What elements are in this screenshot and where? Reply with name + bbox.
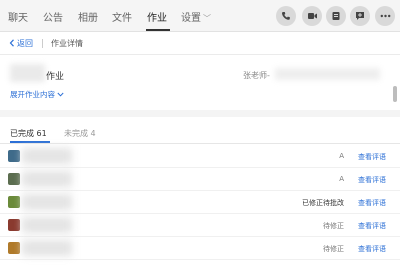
- tab-incomplete[interactable]: 未完成 4: [64, 128, 96, 139]
- subtab-divider: [0, 143, 400, 144]
- grade-status: A: [339, 152, 344, 160]
- video-icon: [307, 11, 318, 21]
- scrollbar[interactable]: [393, 86, 397, 102]
- avatar: [8, 219, 20, 231]
- grade-status: 已修正待批改: [302, 199, 344, 207]
- submission-row: 待修正 查看评语: [0, 214, 400, 237]
- add-message-button[interactable]: [350, 6, 370, 26]
- blurred-student-name: [22, 171, 72, 187]
- submission-row: A 查看评语: [0, 145, 400, 168]
- grade-status: 待修正: [323, 245, 344, 253]
- submission-row: A 查看评语: [0, 168, 400, 191]
- tab-album[interactable]: 相册: [78, 9, 98, 24]
- video-button[interactable]: [302, 6, 322, 26]
- blurred-student-name: [22, 217, 72, 233]
- view-comment-link[interactable]: 查看评语: [358, 198, 386, 208]
- chevron-down-icon: [57, 90, 64, 99]
- view-comment-link[interactable]: 查看评语: [358, 244, 386, 254]
- screen-share-button[interactable]: [326, 6, 346, 26]
- avatar: [8, 242, 20, 254]
- tab-completed[interactable]: 已完成 61: [10, 128, 47, 139]
- top-tab-bar: 聊天 公告 相册 文件 作业 设置 ﹀: [0, 0, 400, 32]
- view-comment-link[interactable]: 查看评语: [358, 175, 386, 185]
- submission-row: 已修正待批改 查看评语: [0, 191, 400, 214]
- avatar: [8, 150, 20, 162]
- homework-title: 作业: [46, 72, 65, 82]
- avatar: [8, 173, 20, 185]
- blurred-teacher-detail: [275, 68, 380, 80]
- expand-homework-label: 展开作业内容: [10, 90, 55, 99]
- blurred-student-name: [22, 240, 72, 256]
- breadcrumb-separator: [42, 39, 43, 48]
- grade-status: A: [339, 175, 344, 183]
- phone-icon: [281, 11, 291, 21]
- tab-settings-label: 设置: [181, 13, 201, 24]
- add-message-icon: [355, 11, 365, 21]
- view-comment-link[interactable]: 查看评语: [358, 221, 386, 231]
- section-divider: [0, 110, 400, 117]
- back-link[interactable]: 返回: [9, 38, 33, 49]
- more-button[interactable]: [375, 6, 395, 26]
- chevron-left-icon: [9, 38, 15, 49]
- view-comment-link[interactable]: 查看评语: [358, 152, 386, 162]
- tab-homework[interactable]: 作业: [147, 9, 167, 24]
- phone-button[interactable]: [276, 6, 296, 26]
- chevron-down-icon: ﹀: [203, 14, 211, 23]
- teacher-name: 张老师-: [243, 71, 270, 80]
- breadcrumb-current: 作业详情: [51, 39, 83, 48]
- blurred-homework-prefix: [10, 64, 45, 82]
- submission-row: 待修正 查看评语: [0, 237, 400, 260]
- blurred-student-name: [22, 194, 72, 210]
- blurred-student-name: [22, 148, 72, 164]
- breadcrumb: 返回 作业详情: [0, 33, 400, 55]
- active-tab-indicator: [146, 29, 170, 31]
- expand-homework-link[interactable]: 展开作业内容: [10, 89, 64, 100]
- tab-settings[interactable]: 设置 ﹀: [181, 9, 211, 24]
- grade-status: 待修正: [323, 222, 344, 230]
- back-label: 返回: [17, 39, 33, 48]
- screen-share-icon: [331, 11, 341, 21]
- more-icon: [380, 14, 391, 18]
- tab-announcement[interactable]: 公告: [43, 9, 63, 24]
- tab-files[interactable]: 文件: [112, 9, 132, 24]
- avatar: [8, 196, 20, 208]
- tab-chat[interactable]: 聊天: [8, 9, 28, 24]
